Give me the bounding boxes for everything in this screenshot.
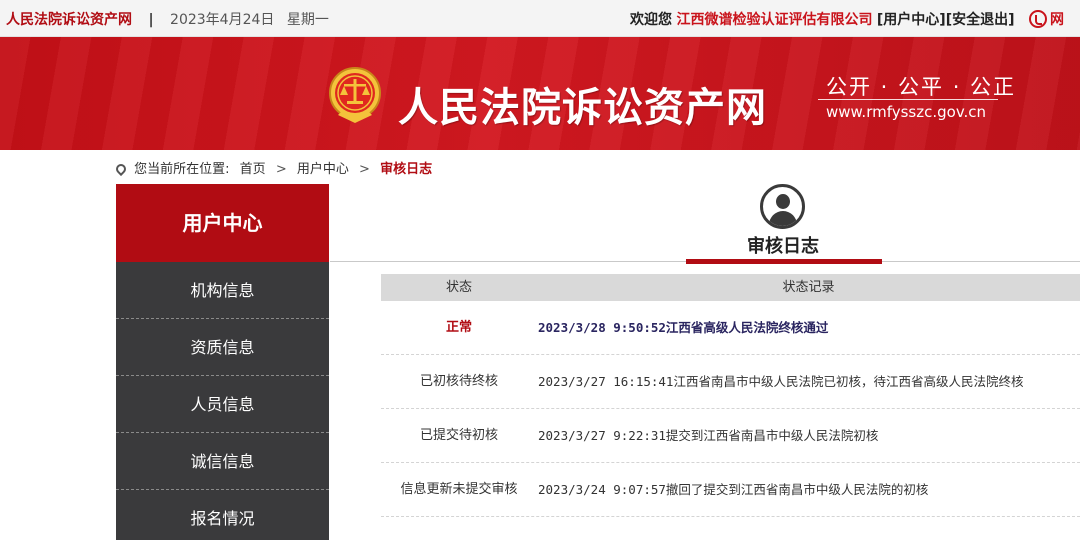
sidebar-item-personnel-info[interactable]: 人员信息 xyxy=(116,376,329,433)
company-name: 江西微谱检验认证评估有限公司 xyxy=(676,12,873,28)
banner-url: www.rmfysszc.gov.cn xyxy=(826,103,987,121)
sidebar-item-registration[interactable]: 报名情况 xyxy=(116,490,329,540)
column-header-record: 状态记录 xyxy=(782,280,835,295)
breadcrumb-separator: > xyxy=(359,162,370,177)
user-center-link[interactable]: [用户中心] xyxy=(877,12,946,28)
row-record: 2023/3/28 9:50:52江西省高级人民法院终核通过 xyxy=(538,320,829,335)
user-avatar-icon xyxy=(760,184,805,229)
top-bar-left: 人民法院诉讼资产网 | 2023年4月24日 星期一 xyxy=(6,9,329,29)
sidebar-item-qualification-info[interactable]: 资质信息 xyxy=(116,319,329,376)
breadcrumb: 您当前所在位置: 首页 > 用户中心 > 审核日志 xyxy=(113,158,433,177)
sidebar-menu: 机构信息 资质信息 人员信息 诚信信息 报名情况 xyxy=(116,262,329,540)
current-date: 2023年4月24日 xyxy=(170,12,275,28)
table-row: 正常 2023/3/28 9:50:52江西省高级人民法院终核通过 xyxy=(381,301,1080,355)
location-pin-icon xyxy=(113,161,129,177)
sidebar-item-credit-info[interactable]: 诚信信息 xyxy=(116,433,329,490)
sidebar-item-org-info[interactable]: 机构信息 xyxy=(116,262,329,319)
table-row: 已提交待初核 2023/3/27 9:22:31提交到江西省南昌市中级人民法院初… xyxy=(381,409,1080,463)
row-record: 2023/3/27 16:15:41江西省南昌市中级人民法院已初核，待江西省高级… xyxy=(538,374,1024,389)
top-bar-right: 欢迎您 江西微谱检验认证评估有限公司 [用户中心][安全退出] 网 xyxy=(630,9,1064,29)
banner-slogan: 公开 · 公平 · 公正 xyxy=(826,75,1017,99)
breadcrumb-current: 审核日志 xyxy=(380,162,433,177)
row-status: 信息更新未提交审核 xyxy=(400,482,518,497)
current-weekday: 星期一 xyxy=(286,12,329,28)
logout-link[interactable]: [安全退出] xyxy=(946,12,1015,28)
row-record: 2023/3/24 9:07:57撤回了提交到江西省南昌市中级人民法院的初核 xyxy=(538,482,929,497)
top-bar-cut-text[interactable]: 网 xyxy=(1050,12,1064,28)
slogan-divider xyxy=(818,99,998,100)
breadcrumb-home[interactable]: 首页 xyxy=(240,162,266,177)
breadcrumb-user-center[interactable]: 用户中心 xyxy=(297,162,349,177)
top-bar-separator: | xyxy=(148,12,154,28)
row-record: 2023/3/27 9:22:31提交到江西省南昌市中级人民法院初核 xyxy=(538,428,879,443)
title-accent-bar xyxy=(686,259,882,264)
court-emblem-icon xyxy=(329,67,381,123)
breadcrumb-prefix: 您当前所在位置: xyxy=(134,162,230,177)
phone-icon[interactable] xyxy=(1028,10,1047,28)
table-row: 已初核待终核 2023/3/27 16:15:41江西省南昌市中级人民法院已初核… xyxy=(381,355,1080,409)
row-status: 已提交待初核 xyxy=(419,428,498,443)
audit-log-table: 状态 状态记录 正常 2023/3/28 9:50:52江西省高级人民法院终核通… xyxy=(381,274,1080,517)
breadcrumb-separator: > xyxy=(275,162,287,177)
row-status: 正常 xyxy=(445,320,472,335)
header-banner: 人民法院诉讼资产网 公开 · 公平 · 公正 www.rmfysszc.gov.… xyxy=(0,37,1080,150)
welcome-text: 欢迎您 xyxy=(630,12,672,28)
banner-title: 人民法院诉讼资产网 xyxy=(398,85,767,131)
site-name-link[interactable]: 人民法院诉讼资产网 xyxy=(6,12,132,28)
sidebar-title: 用户中心 xyxy=(116,184,329,262)
column-header-status: 状态 xyxy=(445,280,472,295)
table-row: 信息更新未提交审核 2023/3/24 9:07:57撤回了提交到江西省南昌市中… xyxy=(381,463,1080,517)
row-status: 已初核待终核 xyxy=(419,374,498,389)
top-bar: 人民法院诉讼资产网 | 2023年4月24日 星期一 欢迎您 江西微谱检验认证评… xyxy=(0,0,1080,37)
table-header: 状态 状态记录 xyxy=(381,274,1080,301)
page-title: 审核日志 xyxy=(747,236,819,257)
